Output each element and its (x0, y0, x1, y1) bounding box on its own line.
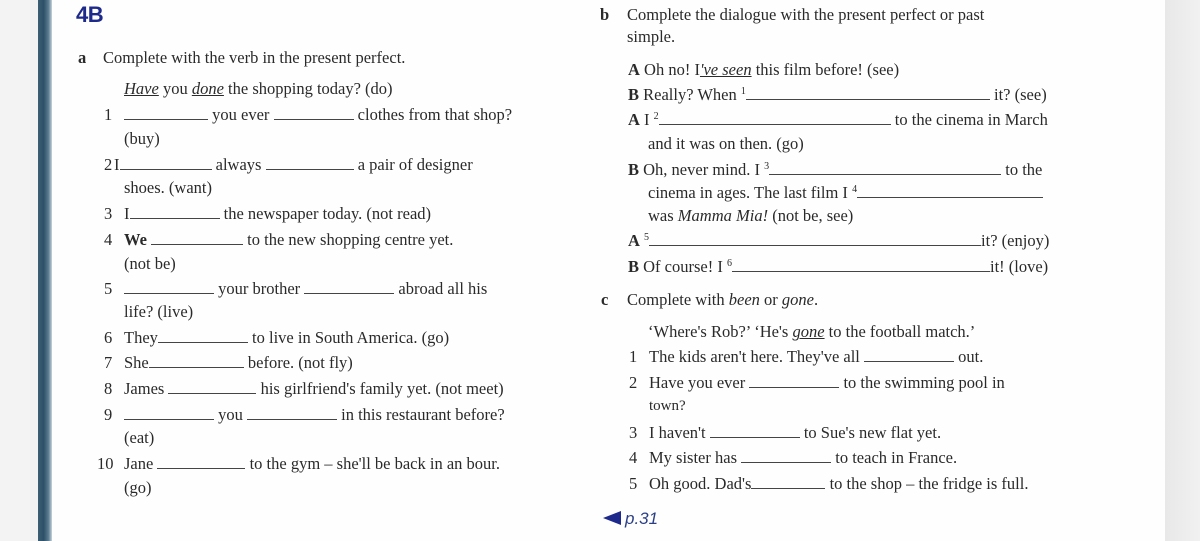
left-margin (0, 0, 38, 541)
answer-blank[interactable] (148, 353, 244, 368)
item-a4-hint: (not be) (124, 254, 176, 273)
item-a6-number: 6 (104, 328, 113, 347)
item-a10-number: 10 (97, 454, 114, 473)
dialogue-line-5: A 5 it? (enjoy) (628, 231, 1050, 250)
item-a4-number: 4 (104, 230, 113, 249)
dialogue-line-4: B Oh, never mind. I 3 to the (628, 160, 1043, 179)
item-c1: The kids aren't here. They've all out. (649, 347, 984, 366)
answer-blank[interactable] (168, 379, 257, 394)
right-margin (1165, 0, 1200, 541)
item-a1-number: 1 (104, 105, 113, 124)
item-a8-number: 8 (104, 379, 113, 398)
answer-blank-1[interactable] (745, 85, 990, 100)
answer-blank[interactable] (749, 373, 840, 388)
example-answer-have: Have (124, 79, 159, 98)
answer-blank[interactable] (273, 105, 354, 120)
item-c2-number: 2 (629, 373, 638, 392)
answer-blank[interactable] (157, 328, 248, 343)
section-b-letter: b (600, 5, 610, 24)
item-c5-number: 5 (629, 474, 638, 493)
dialogue-line-6: B Of course! I 6 it! (love) (628, 257, 1049, 276)
item-a8: James his girlfriend's family yet. (not … (124, 379, 504, 398)
page-reference-link[interactable]: p.31 (603, 509, 658, 529)
section-a-instruction: Complete with the verb in the present pe… (103, 48, 406, 67)
item-a9-hint: (eat) (124, 428, 155, 447)
section-b-instruction-line2: simple. (627, 27, 676, 46)
item-a2-hint: shoes. (want) (124, 178, 212, 197)
section-c-letter: c (601, 290, 609, 309)
answer-blank[interactable] (709, 423, 800, 438)
answer-blank-5[interactable] (649, 231, 982, 246)
section-c-example: ‘Where's Rob?’ ‘He's gone to the footbal… (648, 322, 976, 341)
answer-blank[interactable] (151, 230, 244, 245)
item-a5-hint: life? (live) (124, 302, 194, 321)
item-a7-number: 7 (104, 353, 113, 372)
item-c4: My sister has to teach in France. (649, 448, 958, 467)
section-a-letter: a (78, 48, 87, 67)
item-c2-cont: town? (649, 398, 686, 414)
item-a2-number: 2 (104, 155, 113, 174)
answer-blank[interactable] (157, 454, 246, 469)
item-a3: I the newspaper today. (not read) (124, 204, 432, 223)
item-a9: you in this restaurant before? (124, 405, 505, 425)
answer-blank-4[interactable] (857, 183, 1044, 198)
answer-blank[interactable] (741, 448, 832, 463)
dialogue-line-2: B Really? When 1 it? (see) (628, 85, 1047, 104)
item-a5: your brother abroad all his (124, 279, 487, 299)
item-a6: They to live in South America. (go) (124, 328, 450, 347)
dialogue-line-4-cont2: was Mamma Mia! (not be, see) (648, 206, 854, 225)
answer-blank[interactable] (129, 204, 220, 219)
answer-blank-6[interactable] (731, 257, 990, 272)
item-a3-number: 3 (104, 204, 113, 223)
item-a7: She before. (not fly) (124, 353, 353, 372)
item-c3: I haven't to Sue's new flat yet. (649, 423, 942, 442)
item-c5: Oh good. Dad's to the shop – the fridge … (649, 474, 1029, 493)
answer-blank[interactable] (751, 474, 826, 489)
answer-blank[interactable] (265, 155, 354, 170)
item-c2: Have you ever to the swimming pool in (649, 373, 1005, 392)
answer-blank-3[interactable] (769, 160, 1002, 175)
answer-blank[interactable] (119, 155, 212, 170)
item-a1-hint: (buy) (124, 129, 160, 148)
answer-blank[interactable] (304, 279, 395, 294)
answer-blank[interactable] (864, 347, 955, 362)
dialogue-line-3-cont: and it was on then. (go) (648, 134, 804, 153)
section-b-instruction-line1: Complete the dialogue with the present p… (627, 5, 985, 24)
item-a10-hint: (go) (124, 478, 152, 497)
item-a9-number: 9 (104, 405, 113, 424)
item-a2: I always a pair of designer (114, 155, 473, 174)
example-answer-done: done (191, 79, 224, 98)
answer-blank[interactable] (247, 405, 337, 420)
item-a5-number: 5 (104, 279, 113, 298)
item-a4: We to the new shopping centre yet. (124, 230, 454, 249)
dialogue-line-1: A Oh no! I've seen this film before! (se… (628, 60, 900, 79)
item-c4-number: 4 (629, 448, 638, 467)
item-a1: you ever clothes from that shop? (124, 105, 512, 125)
answer-blank[interactable] (124, 105, 208, 120)
answer-blank[interactable] (124, 279, 214, 294)
dialogue-line-3: A I 2 to the cinema in March (628, 110, 1048, 129)
example-answer: 've seen (699, 60, 752, 79)
arrow-left-icon (603, 511, 621, 525)
unit-label: 4B (76, 2, 104, 27)
item-a10: Jane to the gym – she'll be back in an b… (124, 454, 501, 473)
dialogue-line-4-cont: cinema in ages. The last film I 4 (648, 183, 1044, 203)
section-a-example: Have you done the shopping today? (do) (124, 79, 393, 98)
answer-blank[interactable] (124, 405, 214, 420)
item-c1-number: 1 (629, 347, 638, 366)
answer-blank-2[interactable] (658, 110, 891, 125)
book-spine (38, 0, 52, 541)
item-c3-number: 3 (629, 423, 638, 442)
section-c-instruction: Complete with been or gone. (627, 290, 819, 309)
